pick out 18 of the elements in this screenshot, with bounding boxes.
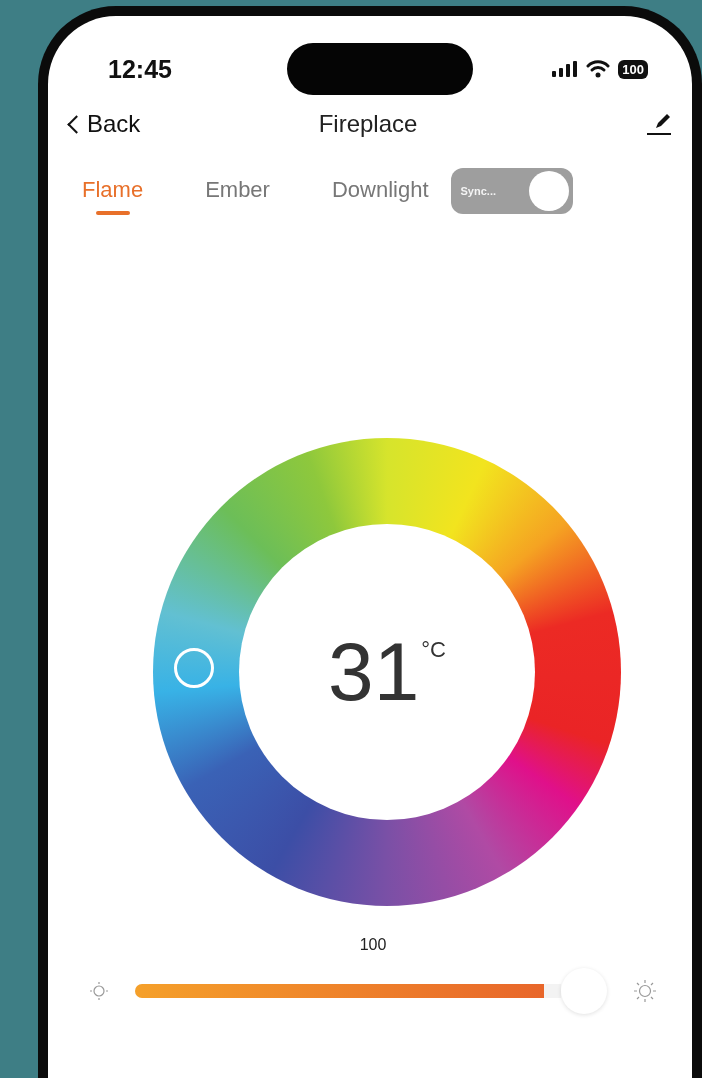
bright-sun-icon (633, 979, 657, 1003)
brightness-thumb[interactable] (561, 968, 607, 1014)
sync-toggle[interactable]: Sync... (450, 168, 573, 214)
edit-icon[interactable] (646, 111, 672, 137)
wifi-icon (586, 60, 611, 78)
tab[interactable]: Flame (82, 171, 144, 215)
back-link[interactable]: Back (64, 110, 174, 138)
screen-title: Fireplace (318, 110, 418, 138)
battery-indicator: 100 (618, 59, 648, 79)
temperature-reading: 31 (328, 631, 420, 713)
temperature-unit: °C (421, 637, 446, 663)
brightness-value: 100 (359, 936, 387, 954)
status-time: 12:45 (108, 54, 172, 84)
color-picker-handle[interactable] (174, 648, 214, 688)
tab[interactable]: Ember (205, 171, 270, 215)
tab[interactable]: Downlight (331, 171, 429, 215)
signal-icon (552, 61, 579, 77)
dim-sun-icon (89, 981, 109, 1001)
